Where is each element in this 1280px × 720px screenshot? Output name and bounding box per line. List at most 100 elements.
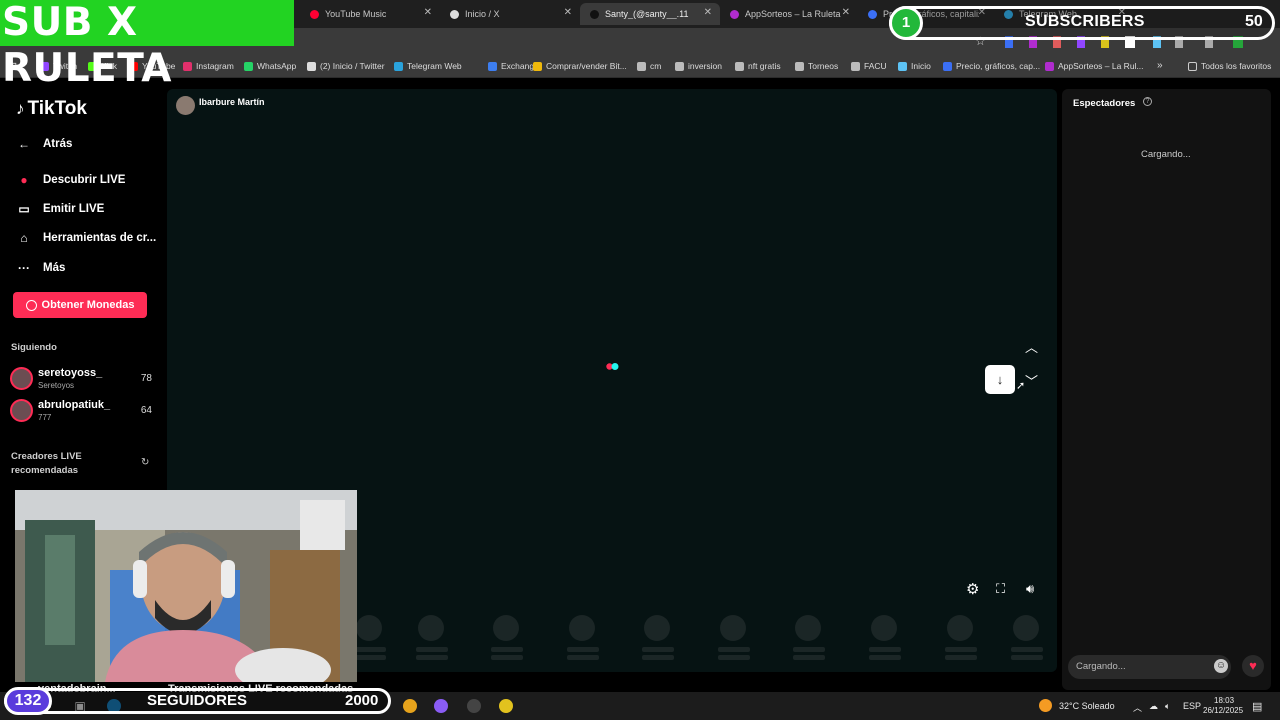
bookmark-icon <box>1045 61 1054 71</box>
bookmark-link[interactable]: Comprar/vender Bit... <box>533 61 627 71</box>
avatar <box>10 399 33 422</box>
followers-label: SEGUIDORES <box>147 692 248 709</box>
followers-current: 132 <box>4 687 52 715</box>
overlay-title: SUB X RULETA <box>0 0 294 91</box>
browser-tab[interactable]: Inicio / X ✕ <box>440 3 580 25</box>
weather-sun-icon <box>1039 699 1052 712</box>
browser-tab[interactable]: AppSorteos – La Ruleta d ✕ <box>720 3 858 25</box>
clock-time[interactable]: 18:03 <box>1214 696 1234 705</box>
tray-chevron-icon[interactable]: ︿ <box>1133 701 1142 714</box>
webcam-image <box>15 490 357 682</box>
bookmark-link[interactable]: nft gratis <box>735 61 781 71</box>
viewer-count: 78 <box>140 373 152 384</box>
subscribers-goal: 50 <box>1245 13 1263 30</box>
following-heading: Siguiendo <box>11 342 57 353</box>
following-item[interactable]: abrulopatiuk_ 777 64 <box>10 397 152 425</box>
chrome-browser-icon[interactable] <box>403 699 417 713</box>
nav-item[interactable]: ● Descubrir LIVE <box>16 173 125 187</box>
following-name: abrulopatiuk_ <box>38 399 111 411</box>
nav-item[interactable]: ··· Más <box>16 261 65 275</box>
nav-item[interactable]: ▭ Emitir LIVE <box>16 202 104 216</box>
weather-text[interactable]: 32°C Soleado <box>1059 701 1115 711</box>
tab-favicon-icon <box>868 9 877 19</box>
bookmark-icon <box>675 61 684 71</box>
nav-item[interactable]: ⌂ Herramientas de cr... <box>16 231 156 245</box>
github-app-icon[interactable] <box>467 699 481 713</box>
tab-close-icon[interactable]: ✕ <box>704 7 712 18</box>
bookmark-link[interactable]: AppSorteos – La Rul... <box>1045 61 1144 71</box>
bookmark-icon <box>394 61 403 71</box>
bookmark-link[interactable]: FACU <box>851 61 887 71</box>
bookmark-link[interactable]: WhatsApp <box>244 61 296 71</box>
bookmark-icon <box>943 61 952 71</box>
bookmark-link[interactable]: Torneos <box>795 61 838 71</box>
followers-goal: 2000 <box>345 692 379 709</box>
browser-tab[interactable]: Santy_(@santy__.11 ✕ <box>580 3 720 25</box>
gift-placeholder <box>416 615 448 660</box>
heart-icon[interactable]: ♥ <box>1242 655 1264 677</box>
download-button[interactable]: ↓ <box>985 365 1015 394</box>
bookmark-link[interactable]: Exchange <box>488 61 539 71</box>
gift-placeholder <box>354 615 386 660</box>
tab-close-icon[interactable]: ✕ <box>564 7 572 18</box>
gift-placeholder <box>869 615 901 660</box>
bookmark-link[interactable]: Precio, gráficos, cap... <box>943 61 1040 71</box>
following-item[interactable]: seretoyoss_ Seretoyos 78 <box>10 365 152 393</box>
file-manager-icon[interactable] <box>499 699 513 713</box>
nav-item[interactable]: ← Atrás <box>16 137 72 151</box>
download-arrow-icon: ↓ <box>996 372 1004 387</box>
bookmark-link[interactable]: inversion <box>675 61 722 71</box>
fullscreen-icon[interactable]: ⛶ <box>996 581 1005 597</box>
bookmark-link[interactable]: Inicio <box>898 61 931 71</box>
get-coins-button[interactable]: Obtener Monedas <box>13 292 147 318</box>
bookmark-link[interactable]: cm <box>637 61 661 71</box>
subscribers-current: 1 <box>889 6 923 40</box>
following-name: seretoyoss_ <box>38 367 103 379</box>
volume-icon[interactable]: 🔊︎ <box>1026 581 1034 597</box>
bookmark-icon <box>898 61 907 71</box>
tab-close-icon[interactable]: ✕ <box>424 7 432 18</box>
next-stream-chevron-icon[interactable]: ﹀ <box>1025 371 1038 390</box>
all-bookmarks-link[interactable]: Todos los favoritos <box>1188 61 1271 71</box>
tiktok-logo[interactable]: ♪ TikTok <box>16 98 87 120</box>
subscribers-label: SUBSCRIBERS <box>1025 13 1145 30</box>
following-subtitle: Seretoyos <box>38 381 75 390</box>
network-icon[interactable]: ☁ <box>1149 701 1158 712</box>
notification-icon[interactable]: ▤ <box>1252 700 1262 713</box>
emoji-icon[interactable]: ☺ <box>1214 659 1228 673</box>
back-arrow-icon: ← <box>18 137 30 151</box>
mouse-cursor-icon: ➚ <box>1016 380 1026 392</box>
help-icon[interactable]: ? <box>1143 97 1152 106</box>
spectators-title: Espectadores <box>1073 98 1136 109</box>
bookmark-link[interactable]: Telegram Web <box>394 61 462 71</box>
tab-favicon-icon <box>310 9 319 19</box>
viewer-count: 64 <box>140 405 152 416</box>
gift-placeholder <box>642 615 674 660</box>
settings-gear-icon[interactable]: ⚙ <box>966 580 979 598</box>
tab-title: AppSorteos – La Ruleta d <box>745 9 843 19</box>
tab-favicon-icon <box>450 9 459 19</box>
home-tools-icon: ⌂ <box>20 231 28 245</box>
speaker-icon[interactable]: 🔈︎ <box>1165 701 1170 712</box>
obs-app-icon[interactable] <box>434 699 448 713</box>
spectators-loading: Cargando... <box>1141 149 1191 160</box>
video-camera-icon: ▭ <box>18 202 30 216</box>
previous-stream-chevron-icon[interactable]: ︿ <box>1025 337 1038 356</box>
recommended-heading-line1: Creadores LIVE <box>11 451 82 462</box>
gift-placeholder <box>567 615 599 660</box>
bookmark-link[interactable]: (2) Inicio / Twitter <box>307 61 385 71</box>
bookmarks-overflow-icon[interactable]: » <box>1157 60 1163 71</box>
language-indicator[interactable]: ESP <box>1183 701 1201 711</box>
live-avatar-icon: ● <box>20 173 28 187</box>
browser-tab[interactable]: YouTube Music ✕ <box>300 3 440 25</box>
tab-close-icon[interactable]: ✕ <box>842 7 850 18</box>
host-avatar[interactable] <box>176 96 195 115</box>
host-name[interactable]: Ibarbure Martín <box>199 97 265 107</box>
spectators-panel <box>1062 89 1271 690</box>
clock-date[interactable]: 26/12/2025 <box>1203 706 1243 715</box>
coin-icon <box>25 299 37 311</box>
gift-placeholder <box>945 615 977 660</box>
chat-input[interactable]: Cargando... <box>1068 655 1231 679</box>
bookmark-link[interactable]: Instagram <box>183 61 234 71</box>
refresh-icon[interactable]: ↻ <box>141 457 149 468</box>
